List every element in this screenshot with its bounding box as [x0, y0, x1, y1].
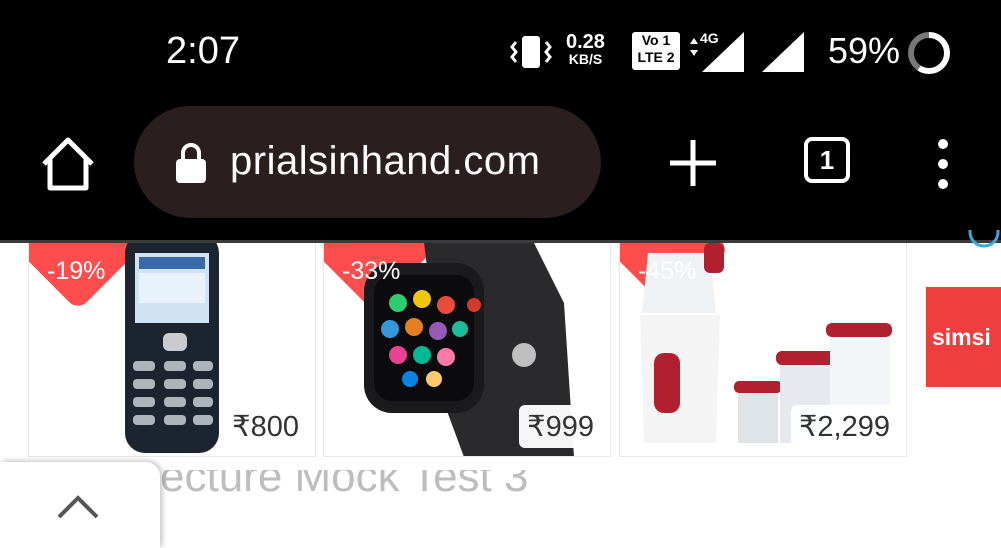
more-vert-icon[interactable]	[928, 138, 958, 190]
tabs-button[interactable]: 1	[804, 137, 850, 183]
vibrate-icon	[510, 36, 552, 68]
volte-label-top: Vo	[641, 32, 659, 48]
battery-icon	[908, 32, 950, 74]
chevron-up-icon	[57, 495, 99, 519]
new-tab-button[interactable]	[664, 134, 722, 192]
page-heading: ecture Mock Test 3	[160, 452, 529, 501]
sim2-label: 2	[666, 49, 675, 65]
price-label: ₹800	[224, 405, 307, 448]
net-speed-value: 0.28	[566, 31, 605, 53]
discount-label: -19%	[47, 257, 106, 285]
discount-label: -33%	[342, 257, 401, 285]
signal-icon-sim2	[762, 32, 804, 72]
volte-label-bottom: LTE	[637, 49, 663, 65]
product-card-smartwatch[interactable]: -33% ₹999	[323, 243, 611, 457]
ad-choices-icon[interactable]	[966, 230, 1001, 252]
browser-chrome: 2:07 0.28 KB/S Vo 1 LTE 2 4G 59% prialsi…	[0, 0, 1001, 243]
status-time: 2:07	[166, 30, 240, 72]
net-speed: 0.28 KB/S	[566, 32, 605, 66]
side-ad-banner[interactable]: simsi	[926, 287, 1001, 387]
product-card-mixer[interactable]: -45% ₹2,299	[619, 243, 907, 457]
signal-icon: 4G	[688, 30, 754, 74]
discount-label: -45%	[638, 257, 697, 285]
net-speed-unit: KB/S	[568, 51, 603, 67]
product-card-phone[interactable]: -19% ₹800	[28, 243, 316, 457]
sim1-label: 1	[662, 32, 671, 48]
price-label: ₹999	[519, 405, 602, 448]
url-text: prialsinhand.com	[230, 139, 541, 183]
scroll-top-button[interactable]	[0, 462, 160, 548]
url-bar[interactable]: prialsinhand.com	[134, 106, 601, 218]
side-ad-text: simsi	[932, 324, 991, 350]
home-button[interactable]	[38, 134, 98, 194]
price-label: ₹2,299	[790, 405, 898, 448]
battery-percent: 59%	[828, 30, 901, 71]
status-icons: 0.28 KB/S Vo 1 LTE 2 4G 59%	[510, 26, 970, 76]
lock-icon	[176, 143, 206, 183]
volte-icon: Vo 1 LTE 2	[632, 32, 680, 70]
